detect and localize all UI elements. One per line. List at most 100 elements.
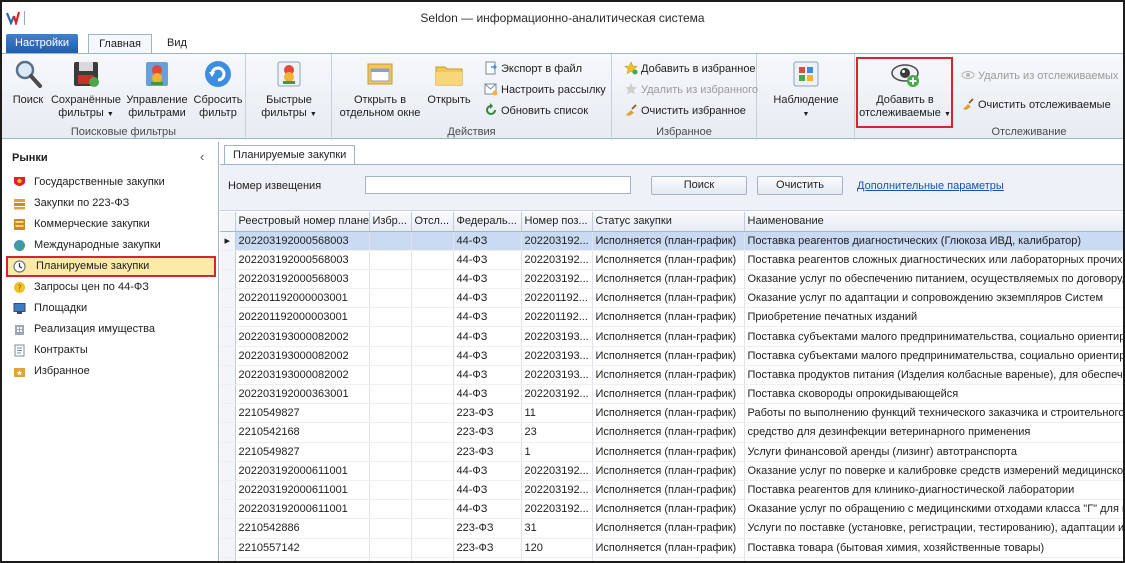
table-row[interactable]: 2210557142 223-ФЗ 120 Исполняется (план-гра…	[220, 538, 1123, 558]
reset-filter-button[interactable]: Сбросить фильтр	[192, 58, 244, 120]
monitor-icon	[13, 303, 26, 314]
table-row[interactable]: 202203192000363001 44-ФЗ 202203192... Испол…	[220, 384, 1123, 405]
tab-view[interactable]: Вид	[158, 34, 196, 54]
table-row[interactable]: 202203193000082002 44-ФЗ 202203193... Испол…	[220, 365, 1123, 386]
notice-number-input[interactable]	[365, 176, 631, 194]
column-header-name[interactable]: Наименование	[744, 212, 1123, 232]
table-row[interactable]: 2210542168 223-ФЗ 23 Исполняется (план-граф…	[220, 422, 1123, 443]
table-row[interactable]: 202203193000082002 44-ФЗ 202203193... Испол…	[220, 326, 1123, 347]
group-observe: Наблюдение ▼	[757, 54, 855, 140]
table-row[interactable]: 202203192000611001 44-ФЗ 202203192... Испол…	[220, 499, 1123, 520]
sidebar-item-label: Реализация имущества	[34, 323, 156, 335]
sidebar-item-contracts[interactable]: Контракты	[6, 340, 216, 361]
table-row[interactable]: 202201192000003001 44-ФЗ 202201192... Испол…	[220, 288, 1123, 309]
sidebar-item-property-sale[interactable]: Реализация имущества	[6, 319, 216, 340]
table-row[interactable]: 2210549827 223-ФЗ 11 Исполняется (план-граф…	[220, 403, 1123, 424]
table-row[interactable]: ▸ 202203192000568003 44-ФЗ 202203192... Испо…	[220, 231, 1123, 251]
open-new-window-button[interactable]: Открыть в отдельном окне	[338, 58, 422, 120]
sidebar-item-planned-purchases[interactable]: Планируемые закупки	[6, 256, 216, 277]
position-number-cell: 202203193...	[521, 326, 593, 347]
table-row[interactable]: 2210542886 223-ФЗ 31 Исполняется (план-граф…	[220, 518, 1123, 539]
status-cell: Исполняется (план-график)	[592, 480, 745, 501]
observe-button[interactable]: Наблюдение ▼	[769, 58, 843, 121]
find-button[interactable]: Поиск	[651, 176, 747, 195]
refresh-button[interactable]: Обновить список	[484, 102, 588, 120]
open-label: Открыть	[427, 94, 471, 106]
mailing-button[interactable]: Настроить рассылку	[484, 81, 606, 99]
sidebar-item-price-requests[interactable]: ? Запросы цен по 44-ФЗ	[6, 277, 216, 298]
position-number-cell: 31	[521, 518, 593, 539]
column-header-tracked[interactable]: Отсл...	[411, 212, 454, 232]
column-header-status[interactable]: Статус закупки	[592, 212, 745, 232]
remove-favorite-button[interactable]: Удалить из избранного	[624, 81, 758, 99]
table-row[interactable]: 202201192000003001 44-ФЗ 202201192... Испол…	[220, 307, 1123, 328]
name-cell: Поставка реагентов для клинико-диагности…	[744, 480, 1123, 501]
export-button[interactable]: Экспорт в файл	[484, 60, 582, 78]
table-row[interactable]: 202203193000082002 44-ФЗ 202203193... Испол…	[220, 346, 1123, 366]
position-number-cell: 11	[521, 403, 593, 424]
quick-filters-button[interactable]: Быстрые фильтры ▼	[256, 58, 322, 121]
clear-tracking-button[interactable]: Очистить отслеживаемые	[961, 96, 1111, 114]
federal-law-cell: 44-ФЗ	[453, 231, 522, 251]
favorite-cell	[369, 250, 412, 270]
name-cell: Поставка товара (бытовая химия, хозяйств…	[744, 538, 1123, 558]
row-indicator	[220, 384, 236, 405]
column-header-favorite[interactable]: Избр...	[369, 212, 412, 232]
saved-filters-button[interactable]: Сохранённые фильтры ▼	[50, 58, 122, 121]
table-row[interactable]: 202203192000611001 44-ФЗ 202203192... Испол…	[220, 461, 1123, 481]
registry-number-cell: 2210542168	[235, 422, 370, 443]
name-cell: Поставка реагентов сложных диагностическ…	[744, 250, 1123, 270]
clear-favorites-button[interactable]: Очистить избранное	[624, 102, 746, 120]
reset-filter-label-2: фильтр	[199, 107, 237, 119]
tracked-cell	[411, 442, 454, 462]
column-header-position-number[interactable]: Номер поз...	[521, 212, 593, 232]
manage-filters-button[interactable]: Управление фильтрами	[124, 58, 190, 120]
tab-planned-purchases[interactable]: Планируемые закупки	[224, 145, 356, 165]
table-row[interactable]: 202203192000611001 44-ФЗ 202203192... Испол…	[220, 480, 1123, 501]
add-favorite-button[interactable]: Добавить в избранное	[624, 60, 756, 78]
manage-filters-label-2: фильтрами	[128, 107, 186, 119]
title-bar: Seldon — информационно-аналитическая сис…	[2, 2, 1123, 34]
sidebar-item-223fz[interactable]: Закупки по 223-ФЗ	[6, 193, 216, 214]
row-indicator	[220, 365, 236, 386]
sidebar-item-commercial[interactable]: Коммерческие закупки	[6, 214, 216, 235]
status-cell: Исполняется (план-график)	[592, 307, 745, 328]
collapse-chevron-icon[interactable]: ‹	[200, 149, 204, 164]
column-header-federal-law[interactable]: Федераль...	[453, 212, 522, 232]
table-row[interactable]	[220, 557, 1123, 561]
sidebar-item-platforms[interactable]: Площадки	[6, 298, 216, 319]
quick-filters-label-2: фильтры	[261, 107, 307, 119]
row-indicator	[220, 346, 236, 366]
notice-number-label: Номер извещения	[228, 180, 322, 192]
search-button[interactable]: Поиск	[8, 58, 48, 107]
advanced-params-link[interactable]: Дополнительные параметры	[857, 180, 1004, 192]
sidebar-item-state-purchases[interactable]: Государственные закупки	[6, 172, 216, 193]
tab-settings[interactable]: Настройки	[6, 34, 78, 54]
name-cell: Оказание услуг по адаптации и сопровожде…	[744, 288, 1123, 309]
table-row[interactable]: 202203192000568003 44-ФЗ 202203192... Испол…	[220, 269, 1123, 290]
federal-law-cell: 44-ФЗ	[453, 461, 522, 481]
sidebar-item-international[interactable]: Международные закупки	[6, 235, 216, 256]
column-header-registry-number[interactable]: Реестровый номер плане...	[235, 212, 370, 232]
grid-monitor-icon	[793, 61, 819, 87]
table-row[interactable]: 202203192000568003 44-ФЗ 202203192... Испол…	[220, 250, 1123, 270]
folder-icon	[435, 66, 463, 86]
registry-number-cell: 2210549827	[235, 442, 370, 462]
sidebar-item-label: Государственные закупки	[34, 176, 165, 188]
tracked-cell	[411, 480, 454, 501]
table-row[interactable]: 2210549827 223-ФЗ 1 Исполняется (план-графи…	[220, 442, 1123, 462]
open-button[interactable]: Открыть	[424, 58, 474, 107]
sidebar-item-favorites[interactable]: Избранное	[6, 361, 216, 382]
remove-tracking-button[interactable]: Удалить из отслеживаемых	[961, 67, 1118, 85]
row-indicator	[220, 518, 236, 539]
federal-law-cell: 44-ФЗ	[453, 365, 522, 386]
favorite-cell	[369, 557, 412, 561]
clear-button[interactable]: Очистить	[757, 176, 843, 195]
position-number-cell: 202203192...	[521, 480, 593, 501]
tracked-cell	[411, 250, 454, 270]
row-indicator	[220, 442, 236, 462]
position-number-cell: 202203192...	[521, 461, 593, 481]
shelves-icon	[14, 219, 25, 230]
tab-home[interactable]: Главная	[88, 34, 152, 54]
mailing-label: Настроить рассылку	[501, 84, 606, 96]
